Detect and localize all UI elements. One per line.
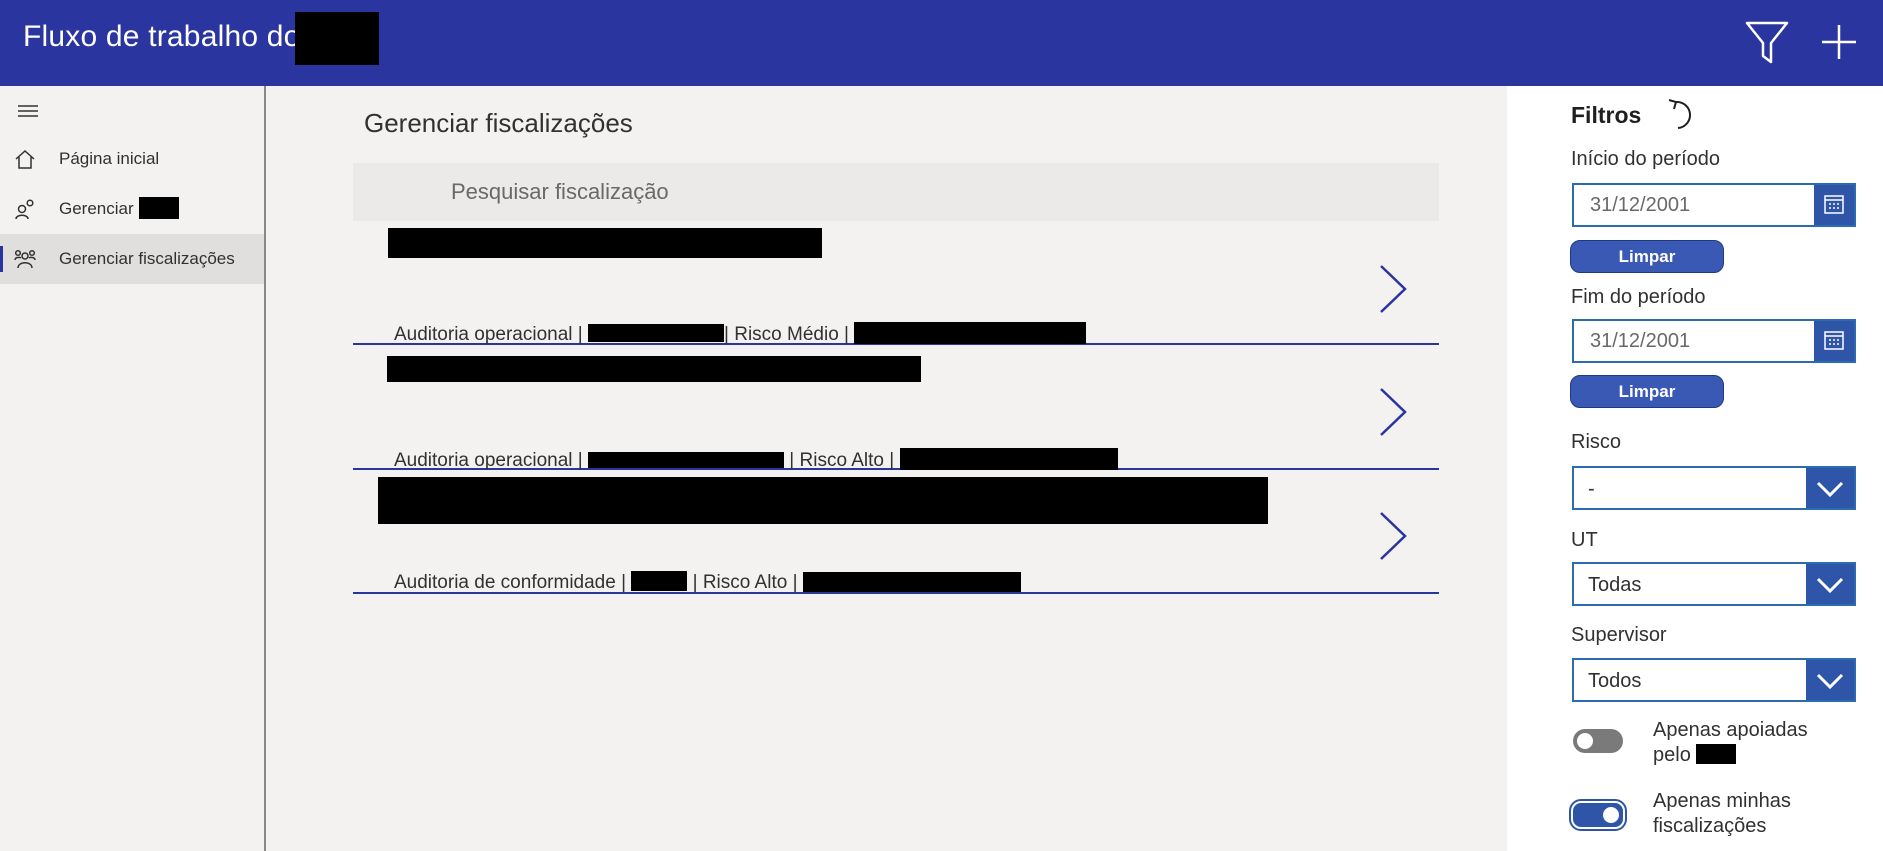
clear-end-date-button[interactable]: Limpar	[1570, 375, 1724, 408]
chevron-down-icon	[1816, 673, 1844, 690]
redacted-title	[387, 356, 921, 382]
ut-dropdown-button[interactable]	[1806, 564, 1854, 604]
end-date-field[interactable]: 31/12/2001	[1572, 319, 1856, 363]
my-inspections-label: Apenas minhas fiscalizações	[1653, 790, 1791, 837]
supervisor-label: Supervisor	[1571, 624, 1667, 646]
end-date-value: 31/12/2001	[1590, 330, 1691, 352]
risk-value: -	[1588, 478, 1595, 500]
item-separator: |	[789, 450, 795, 471]
start-date-picker-button[interactable]	[1814, 185, 1854, 225]
sidebar: Página inicial Gerenciar Gerenciar fisca…	[0, 86, 266, 851]
item-type: Auditoria operacional |	[394, 450, 583, 471]
supervisor-dropdown[interactable]: Todos	[1572, 658, 1856, 702]
supported-only-label: Apenas apoiadas pelo	[1653, 718, 1843, 768]
redacted-block	[139, 197, 179, 219]
filter-icon[interactable]	[1743, 18, 1791, 66]
risk-dropdown[interactable]: -	[1572, 466, 1856, 510]
ut-value: Todas	[1588, 574, 1642, 596]
redacted-block	[899, 448, 1118, 470]
redacted-block	[631, 571, 688, 591]
search-box[interactable]	[353, 163, 1439, 221]
item-type: Auditoria operacional |	[394, 324, 583, 345]
start-date-field[interactable]: 31/12/2001	[1572, 183, 1856, 227]
chevron-down-icon	[1816, 577, 1844, 594]
redacted-title	[388, 228, 822, 258]
item-risk: Risco Alto |	[702, 572, 798, 593]
team-icon	[14, 249, 36, 269]
people-icon	[15, 199, 34, 220]
filters-title: Filtros	[1571, 102, 1642, 128]
toggle-knob	[1577, 733, 1593, 749]
item-meta: Auditoria operacional | | Risco Alto |	[394, 448, 1118, 472]
sidebar-item-manage[interactable]: Gerenciar	[0, 184, 264, 234]
start-date-label: Início do período	[1571, 148, 1720, 170]
ut-dropdown[interactable]: Todas	[1572, 562, 1856, 606]
chevron-down-icon	[1816, 481, 1844, 498]
my-inspections-toggle[interactable]	[1569, 799, 1627, 831]
sidebar-item-label: Gerenciar fiscalizações	[59, 249, 235, 268]
plus-icon[interactable]	[1815, 18, 1863, 66]
page-title: Gerenciar fiscalizações	[364, 108, 633, 138]
supervisor-value: Todos	[1588, 670, 1642, 692]
supervisor-dropdown-button[interactable]	[1806, 660, 1854, 700]
chevron-right-icon[interactable]	[1375, 386, 1411, 438]
search-input[interactable]	[353, 163, 1439, 221]
list-item[interactable]: Auditoria operacional | | Risco Médio |	[353, 221, 1439, 345]
redacted-block	[588, 452, 785, 468]
item-type: Auditoria de conformidade |	[394, 572, 627, 593]
item-meta: Auditoria operacional | | Risco Médio |	[394, 322, 1087, 346]
item-separator: |	[692, 572, 698, 593]
redacted-block	[854, 322, 1087, 344]
hamburger-icon[interactable]	[17, 102, 39, 120]
ut-label: UT	[1571, 529, 1598, 551]
sidebar-item-fiscalizacoes[interactable]: Gerenciar fiscalizações	[0, 234, 264, 284]
item-risk: Risco Alto |	[799, 450, 895, 471]
item-risk: Risco Médio |	[734, 324, 849, 345]
filter-panel: Filtros Início do período 31/12/2001 Lim…	[1507, 86, 1883, 851]
home-icon	[15, 149, 35, 169]
redacted-block	[588, 324, 725, 342]
redacted-title	[378, 477, 1268, 524]
toggle-knob	[1603, 807, 1619, 823]
supported-only-toggle[interactable]	[1573, 729, 1623, 753]
redacted-block	[1696, 744, 1737, 764]
end-date-picker-button[interactable]	[1814, 321, 1854, 361]
chevron-right-icon[interactable]	[1375, 263, 1411, 315]
list-item[interactable]: Auditoria de conformidade | | Risco Alto…	[353, 470, 1439, 594]
risk-dropdown-button[interactable]	[1806, 468, 1854, 508]
reset-icon[interactable]	[1662, 94, 1702, 134]
calendar-icon	[1824, 195, 1844, 214]
start-date-value: 31/12/2001	[1590, 194, 1691, 216]
calendar-icon	[1824, 331, 1844, 350]
chevron-right-icon[interactable]	[1375, 510, 1411, 562]
risk-label: Risco	[1571, 431, 1622, 453]
item-meta: Auditoria de conformidade | | Risco Alto…	[394, 571, 1021, 594]
sidebar-item-label: Gerenciar	[59, 199, 134, 218]
sidebar-item-label: Página inicial	[59, 149, 160, 168]
end-date-label: Fim do período	[1571, 286, 1706, 308]
sidebar-item-home[interactable]: Página inicial	[0, 134, 264, 184]
item-separator: |	[724, 324, 729, 345]
clear-start-date-button[interactable]: Limpar	[1570, 240, 1724, 273]
list-item[interactable]: Auditoria operacional | | Risco Alto |	[353, 346, 1439, 472]
redacted-block	[295, 12, 379, 65]
app-title: Fluxo de trabalho do	[23, 20, 301, 53]
top-bar: Fluxo de trabalho do	[0, 0, 1883, 86]
redacted-block	[802, 572, 1021, 592]
